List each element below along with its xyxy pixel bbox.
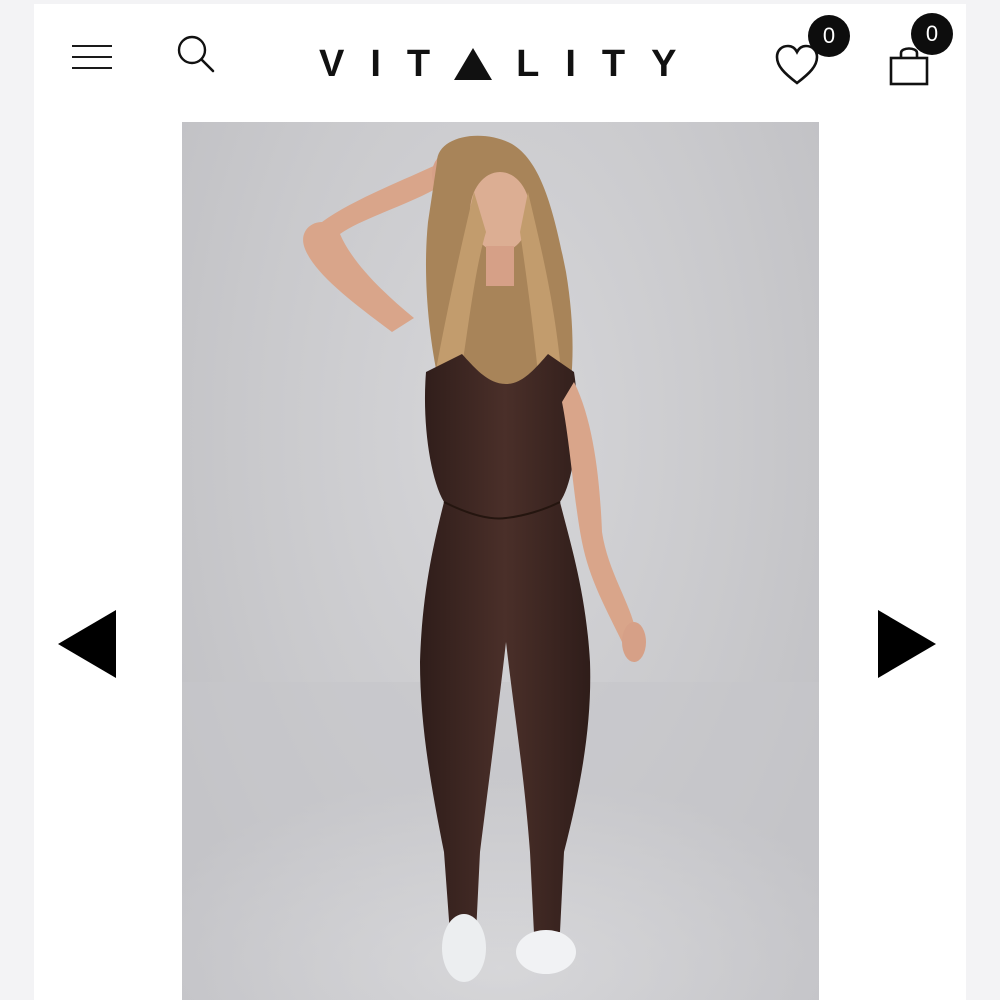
hamburger-icon-line (72, 56, 112, 58)
hamburger-icon (72, 45, 112, 47)
wishlist-count-badge: 0 (808, 15, 850, 57)
next-image-arrow[interactable] (878, 610, 936, 678)
brand-name-part-1: VIT (319, 43, 457, 85)
triangle-icon (454, 48, 493, 80)
cart-count-badge: 0 (911, 13, 953, 55)
menu-button[interactable] (72, 45, 112, 71)
previous-image-arrow[interactable] (58, 610, 116, 678)
brand-logo[interactable]: VIT LITY (319, 42, 702, 86)
model-jumpsuit-photo (182, 135, 819, 1000)
page: VIT LITY 0 0 (34, 4, 966, 1000)
search-icon (177, 35, 215, 73)
brand-name-part-2: LITY (516, 43, 703, 85)
hamburger-icon-line (72, 67, 112, 69)
site-header: VIT LITY 0 0 (34, 4, 966, 122)
product-image[interactable] (182, 122, 819, 1000)
search-button[interactable] (176, 34, 216, 74)
